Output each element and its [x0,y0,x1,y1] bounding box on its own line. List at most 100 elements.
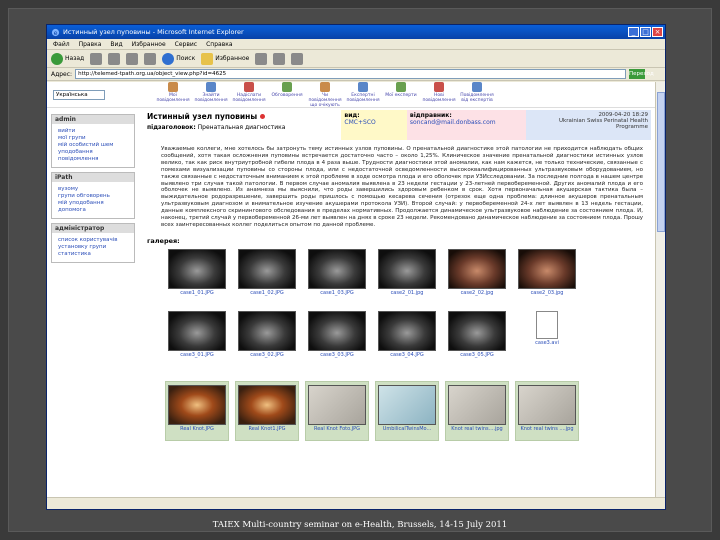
ultrasound-image [378,310,436,351]
gallery-thumb[interactable]: case2_01.jpg [375,248,439,296]
gallery-thumb[interactable]: case1_01.JPG [165,248,229,296]
language-select[interactable]: Українська [53,89,105,100]
menu-file[interactable]: Файл [53,41,70,48]
go-button[interactable]: Переход [629,69,654,79]
gallery-thumb[interactable]: case2_03.jpg [515,248,579,296]
sidebar-item-home[interactable]: вузому [52,186,134,193]
gallery-thumb[interactable]: Knot real twins ....jpg [515,380,579,441]
sidebar-item-statistics[interactable]: статистика [52,251,134,258]
home-icon [144,52,157,65]
status-dot-icon [260,114,266,119]
sidebar-item-group-setup[interactable]: установку групи [52,244,134,251]
toolbar: Назад Поиск Избранное [47,50,665,68]
address-bar: Адрес: http://telemed-tpath.org.ua/objec… [47,68,665,81]
back-arrow-icon [51,52,63,65]
sidebar-item-preferences[interactable]: уподобання [52,149,134,156]
media-button[interactable] [255,52,268,65]
refresh-icon [126,52,139,65]
nav-my-experts[interactable]: Мої експерти [385,82,417,108]
gallery-thumb[interactable]: UmbilicalTwinsMo... [375,380,439,441]
menu-edit[interactable]: Правка [79,41,102,48]
search-button[interactable]: Поиск [162,52,195,65]
favorites-button[interactable]: Избранное [201,52,249,65]
sidebar-item-users[interactable]: список користувачів [52,237,134,244]
gallery-thumb[interactable]: Knot real twins....jpg [445,380,509,441]
sidebar-item-my-groups[interactable]: мої групи [52,135,134,142]
gallery-video-file[interactable]: case3.avi [515,310,579,346]
nav-discussion[interactable]: Обговорення [271,82,303,108]
stop-icon [108,52,121,65]
main-content: Истинный узел пуповины підзаголовок: Пре… [143,110,651,497]
sidebar-heading: адміністратор [52,224,134,233]
gallery-thumb[interactable]: case3_02.JPG [235,310,299,358]
organization[interactable]: Ukrainian Swiss Perinatal Health Program… [529,118,648,130]
sender-email[interactable]: soncand@mail.donbass.com [410,119,523,126]
menu-tools[interactable]: Сервис [175,41,197,48]
nav-my-messages[interactable]: Мої повідомлення [156,82,190,108]
slide-footer: TAIEX Multi-country seminar on e-Health,… [212,520,508,530]
sidebar-heading: admin [52,115,134,124]
gallery-label: галерея: [147,236,180,245]
gallery-thumb[interactable]: case1_02.JPG [235,248,299,296]
forward-button[interactable] [90,52,103,65]
forward-arrow-icon [90,52,103,65]
sender-label: відправник: [409,112,452,119]
nav-send-message[interactable]: Надіслати повідомлення [232,82,266,108]
sidebar-item-profile[interactable]: мій особистий шем [52,142,134,149]
scrollbar-thumb[interactable] [657,92,665,232]
nav-pending[interactable]: Чи повідомлення що очікують [308,82,342,108]
printer-icon [291,52,304,65]
nav-expert-replies[interactable]: Повідомлення від експертів [460,82,494,108]
view-value[interactable]: CMC+SCO [344,119,404,126]
home-button[interactable] [144,52,157,65]
search-icon [162,52,175,65]
menu-view[interactable]: Вид [110,41,122,48]
discussion-icon [282,82,292,92]
sidebar-item-help[interactable]: допомога [52,207,134,214]
ultrasound-image [238,310,296,351]
gallery-thumb[interactable]: Real Knot Foto.JPG [305,380,369,441]
nav-find-messages[interactable]: Знайти повідомлення [194,82,228,108]
gallery-thumb[interactable]: case3_04.JPG [375,310,439,358]
menu-help[interactable]: Справка [206,41,232,48]
sidebar-item-messages[interactable]: повідомлення [52,156,134,163]
sidebar-ipath: iPath вузому групи обговорень мій уподоб… [51,172,135,219]
photo-image [518,384,576,425]
sidebar-item-my-preferences[interactable]: мій уподобання [52,200,134,207]
new-icon [434,82,444,92]
gallery-thumb[interactable]: case2_02.jpg [445,248,509,296]
subtitle: підзаголовок: Пренатальная диагностика [147,124,286,131]
gallery-thumb[interactable]: case3_01.JPG [165,310,229,358]
ultrasound-image [308,248,366,289]
ultrasound-image [168,310,226,351]
nav-expert-messages[interactable]: Експертні повідомлення [346,82,380,108]
document-icon [536,310,558,339]
menu-favorites[interactable]: Избранное [132,41,166,48]
minimize-button[interactable]: _ [628,27,639,37]
mail-button[interactable] [273,52,286,65]
refresh-button[interactable] [126,52,139,65]
gallery-thumb[interactable]: case3_05.JPG [445,310,509,358]
gallery-thumb[interactable]: Real Knot.JPG [165,380,229,441]
stop-button[interactable] [108,52,121,65]
maximize-button[interactable]: □ [640,27,651,37]
sidebar-item-logout[interactable]: вийти [52,128,134,135]
photo-image [448,384,506,425]
gallery-thumb[interactable]: Real Knot1.JPG [235,380,299,441]
vertical-scrollbar[interactable] [655,82,665,497]
sidebar-admin: admin вийти мої групи мій особистий шем … [51,114,135,168]
gallery-thumb[interactable]: case3_03.JPG [305,310,369,358]
send-icon [244,82,254,92]
site-header: Українська Мої повідомлення Знайти повід… [47,82,655,108]
address-input[interactable]: http://telemed-tpath.org.ua/object_view.… [75,69,626,79]
close-button[interactable]: × [652,27,663,37]
sidebar-item-groups[interactable]: групи обговорень [52,193,134,200]
ultrasound-image [308,310,366,351]
back-button[interactable]: Назад [51,52,84,65]
message-header: Истинный узел пуповины підзаголовок: Пре… [143,110,651,140]
doppler-image [448,248,506,289]
print-button[interactable] [291,52,304,65]
clock-icon [320,82,330,92]
nav-new-messages[interactable]: Нові повідомлення [422,82,456,108]
gallery-thumb[interactable]: case1_03.JPG [305,248,369,296]
